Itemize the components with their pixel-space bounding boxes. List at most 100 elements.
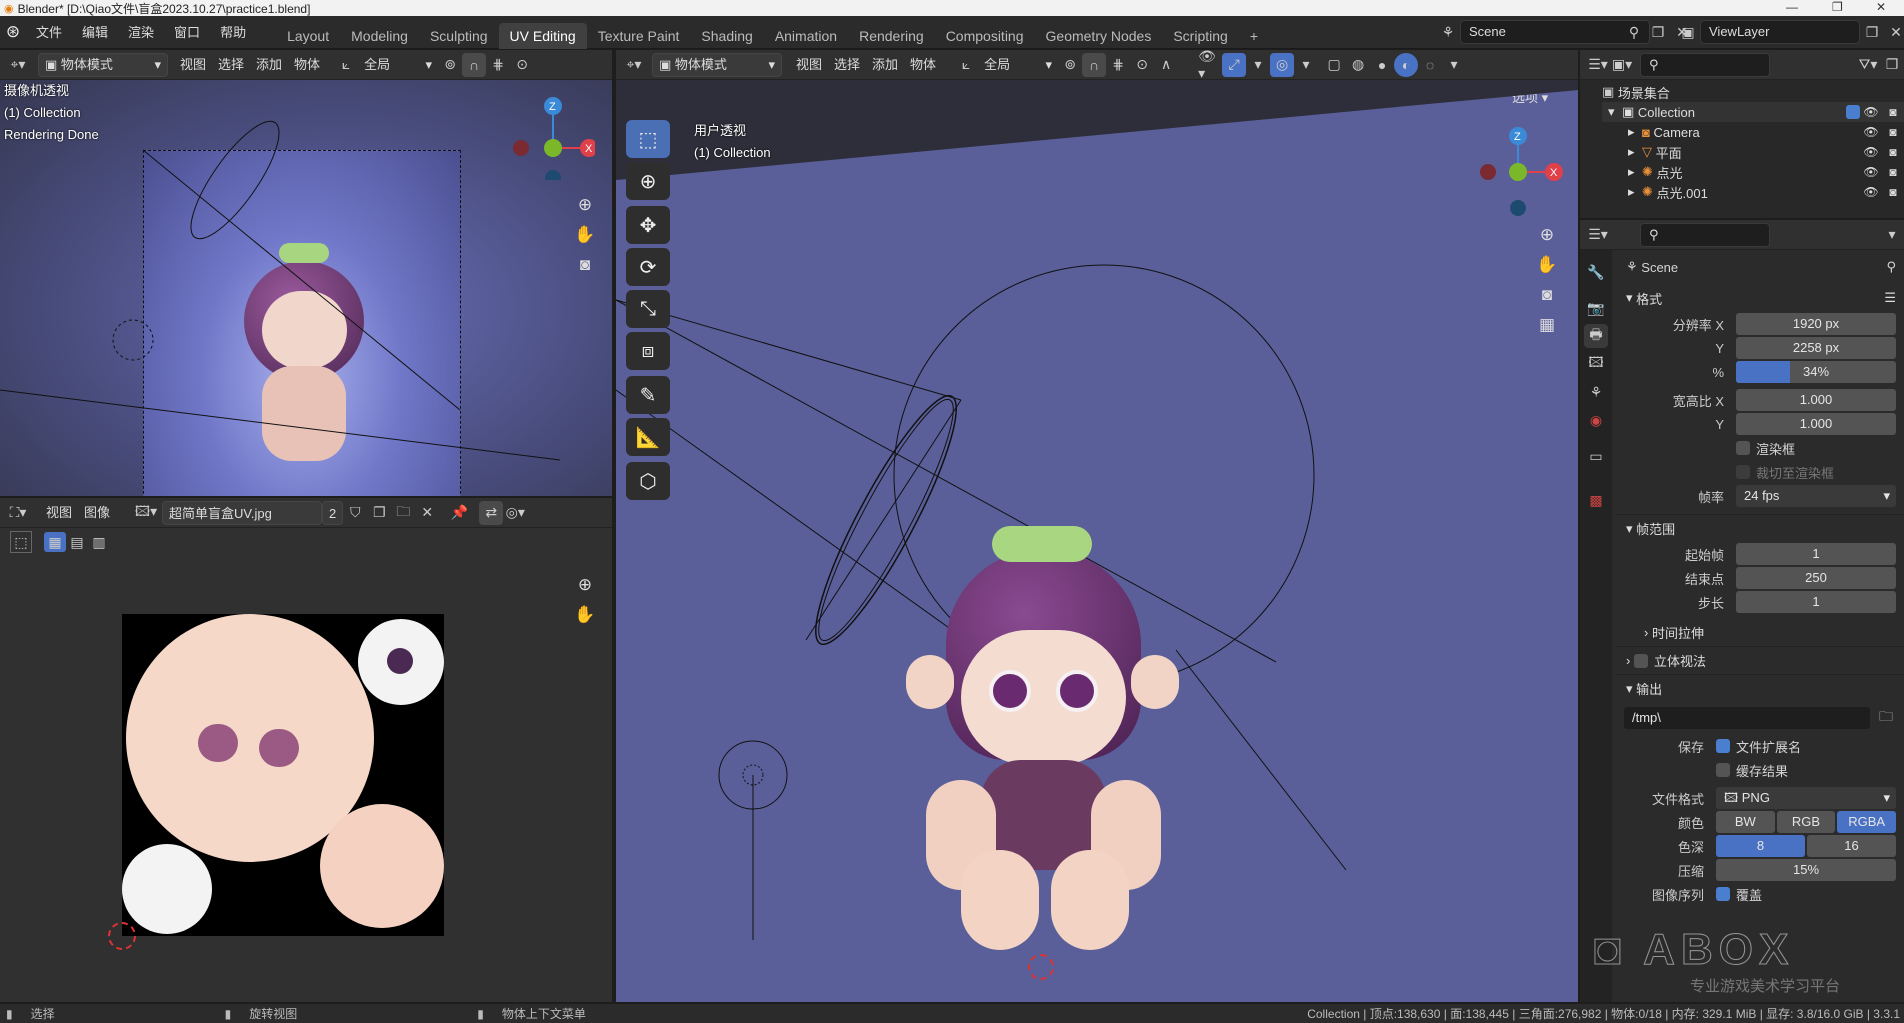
render-camera-icon[interactable]: ◙ [1882, 165, 1904, 179]
uv-editor-type-icon[interactable]: ⛶▾ [6, 501, 30, 525]
uv-pan-hand-icon[interactable]: ✋ [570, 600, 600, 630]
maximize-icon[interactable]: ❐ [1832, 0, 1843, 14]
eye-icon[interactable]: 👁 [1860, 185, 1882, 199]
display-mode-icon[interactable]: ▣▾ [1610, 53, 1634, 77]
frame-step-field[interactable]: 1 [1736, 591, 1896, 613]
frame-range-section-header[interactable]: ▾ 帧范围 [1616, 514, 1904, 542]
folder-icon[interactable]: 🗀 [1874, 706, 1898, 730]
zoom-icon[interactable]: ⊕ [570, 190, 600, 220]
tab-uv-editing[interactable]: UV Editing [498, 22, 587, 49]
menu-uv-view[interactable]: 视图 [40, 501, 78, 525]
menu-file[interactable]: 文件 [26, 16, 72, 49]
expand-arrow-icon[interactable]: ▸ [1628, 144, 1642, 160]
cache-result-checkbox[interactable] [1716, 763, 1730, 777]
render-region-row[interactable]: 渲染框 [1616, 436, 1904, 460]
main-menu-object[interactable]: 物体 [904, 53, 942, 77]
format-section-header[interactable]: ▾ 格式 ☰ [1616, 284, 1904, 312]
expand-arrow-icon[interactable]: ▾ [1608, 104, 1622, 120]
menu-object[interactable]: 物体 [288, 53, 326, 77]
frame-end-field[interactable]: 250 [1736, 567, 1896, 589]
select-subtract-icon[interactable]: ▥ [88, 530, 110, 554]
resolution-x-field[interactable]: 1920 px [1736, 313, 1896, 335]
main-snap-icon[interactable]: ∩ [1082, 52, 1107, 77]
tool-annotate-icon[interactable]: ✎ [626, 376, 670, 414]
wireframe-shading-icon[interactable]: ◍ [1346, 53, 1370, 77]
new-scene-icon[interactable]: ❐ [1646, 20, 1670, 44]
main-zoom-icon[interactable]: ⊕ [1532, 220, 1562, 250]
delete-viewlayer-icon[interactable]: ✕ [1884, 20, 1904, 44]
xray-icon[interactable]: ▢ [1322, 53, 1346, 77]
select-extend-icon[interactable]: ▤ [66, 530, 88, 554]
uv-zoom-icon[interactable]: ⊕ [570, 570, 600, 600]
tab-rendering[interactable]: Rendering [848, 23, 935, 49]
tab-compositing[interactable]: Compositing [935, 23, 1035, 49]
file-extension-checkbox[interactable] [1716, 739, 1730, 753]
tab-geometry-nodes[interactable]: Geometry Nodes [1035, 23, 1163, 49]
main-mode-dropdown[interactable]: ▣ 物体模式 ▾ [652, 52, 782, 77]
tool-tab-icon[interactable]: 🔧 [1584, 260, 1608, 284]
image-users-count[interactable]: 2 [322, 500, 344, 525]
tool-cursor-icon[interactable]: ⊕ [626, 162, 670, 200]
resolution-y-field[interactable]: 2258 px [1736, 337, 1896, 359]
expand-arrow-icon[interactable]: ▸ [1628, 184, 1642, 200]
properties-type-icon[interactable]: ☰▾ [1586, 223, 1610, 247]
transform-orientation-icon[interactable]: ⟀ [334, 53, 358, 77]
main-proportional-icon[interactable]: ⊙ [1130, 53, 1154, 77]
pivot-icon[interactable]: ⊚ [438, 53, 462, 77]
image-name-field[interactable]: 超简单盲盒UV.jpg [162, 500, 323, 525]
tool-measure-icon[interactable]: 📐 [626, 418, 670, 456]
tool-add-cube-icon[interactable]: ⬡ [626, 462, 670, 500]
depth-8-button[interactable]: 8 [1716, 835, 1805, 857]
collection-tab-icon[interactable]: ▭ [1584, 444, 1608, 468]
material-shading-icon[interactable]: ◐ [1394, 52, 1419, 77]
expand-arrow-icon[interactable]: ▸ [1628, 164, 1642, 180]
resolution-pct-slider[interactable]: 34% [1736, 361, 1896, 383]
proportional-edit-icon[interactable]: ⊙ [510, 53, 534, 77]
tab-layout[interactable]: Layout [276, 23, 340, 49]
main-pan-icon[interactable]: ✋ [1532, 250, 1562, 280]
main-camera-icon[interactable]: ◙ [1532, 280, 1562, 310]
overwrite-checkbox[interactable] [1716, 887, 1730, 901]
viewlayer-selector[interactable]: ▣ ViewLayer ❐ ✕ [1676, 20, 1904, 44]
stereoscopy-section-header[interactable]: › 立体视法 [1616, 646, 1904, 674]
outliner-scene-collection[interactable]: ▣ 场景集合 [1602, 82, 1904, 102]
properties-search-input[interactable]: ⚲ [1640, 222, 1770, 247]
presets-icon[interactable]: ☰ [1884, 290, 1896, 306]
tool-rotate-icon[interactable]: ⟳ [626, 248, 670, 286]
pin-icon[interactable]: ⚲ [1886, 259, 1896, 275]
main-navigation-gizmo[interactable]: Z X [1466, 122, 1566, 222]
menu-add[interactable]: 添加 [250, 53, 288, 77]
render-camera-icon[interactable]: ◙ [1882, 145, 1904, 159]
tool-transform-icon[interactable]: ⧈ [626, 332, 670, 370]
menu-view[interactable]: 视图 [174, 53, 212, 77]
gizmo-dropdown-icon[interactable]: ▾ [1246, 53, 1270, 77]
aspect-x-field[interactable]: 1.000 [1736, 389, 1896, 411]
menu-help[interactable]: 帮助 [210, 16, 256, 49]
open-image-icon[interactable]: 🗀 [391, 501, 415, 525]
tab-scripting[interactable]: Scripting [1162, 23, 1238, 49]
texture-tab-icon[interactable]: ▩ [1584, 488, 1608, 512]
main-snap-target-icon[interactable]: ⋕ [1106, 53, 1130, 77]
render-camera-icon[interactable]: ◙ [1882, 185, 1904, 199]
close-icon[interactable]: ✕ [1876, 0, 1886, 14]
file-format-dropdown[interactable]: 🖾 PNG ▾ [1716, 787, 1896, 809]
render-camera-icon[interactable]: ◙ [1882, 105, 1904, 119]
eye-icon[interactable]: 👁 [1860, 145, 1882, 159]
menu-select[interactable]: 选择 [212, 53, 250, 77]
aspect-y-field[interactable]: 1.000 [1736, 413, 1896, 435]
snap-icon[interactable]: ∩ [462, 52, 487, 77]
outliner-row-camera[interactable]: ▸ ◙ Camera 👁 ◙ [1602, 122, 1904, 142]
fake-user-icon[interactable]: ⛉ [343, 501, 367, 525]
blender-menu-icon[interactable]: ⊛ [0, 22, 26, 42]
tab-modeling[interactable]: Modeling [340, 23, 419, 49]
scene-tab-icon[interactable]: ⚘ [1584, 380, 1608, 404]
outliner-type-icon[interactable]: ☰▾ [1586, 53, 1610, 77]
minimize-icon[interactable]: — [1786, 0, 1798, 14]
properties-editor[interactable]: ☰▾ ⚲ ▾ 🔧 📷 🖶 🖾 ⚘ ◉ ▭ ▩ ⚘ Scene ⚲ ▾ 格式 ☰ 分辨… [1580, 220, 1904, 1002]
camera-view-area[interactable]: 摄像机透视 (1) Collection Rendering Done Z X … [0, 80, 612, 496]
scene-selector[interactable]: ⚘ Scene ⚲ ❐ ✕ [1436, 20, 1694, 44]
main-ortho-icon[interactable]: ▦ [1532, 310, 1562, 340]
outliner[interactable]: ☰▾ ▣▾ ⚲ ⛛▾ ❐ ▣ 场景集合 ▾ ▣ Collection 👁 ◙ ▸ ◙ C… [1580, 50, 1904, 218]
transform-orientation-dropdown[interactable]: 全局 ▾ [358, 53, 438, 77]
fps-dropdown[interactable]: 24 fps ▾ [1736, 485, 1896, 507]
